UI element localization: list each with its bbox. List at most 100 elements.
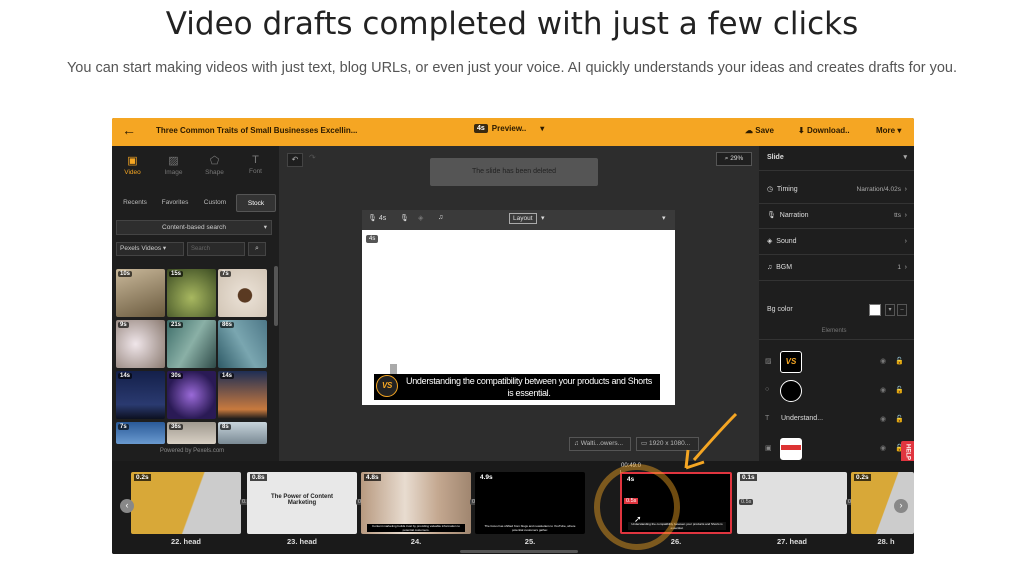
slide-caption[interactable]: VS Understanding the compatibility betwe… (374, 374, 660, 400)
tab-shape[interactable]: ⬠ Shape (194, 146, 235, 184)
timeline-clip[interactable]: 0.8s The Power of Content Marketing (247, 472, 357, 534)
stock-thumb[interactable]: 9s (116, 320, 165, 368)
bg-color-dropdown[interactable]: ▾ (885, 304, 895, 316)
clip-label: 28. h (877, 537, 895, 546)
transition-badge[interactable]: 0.5s (739, 499, 754, 505)
stock-thumb[interactable]: 14s (218, 371, 267, 419)
elements-heading: Elements (821, 328, 847, 334)
brand-logo[interactable]: VS (376, 375, 398, 397)
preview-button[interactable]: 4s Preview.. ▾ (474, 124, 544, 133)
sound-icon[interactable]: ◈ (418, 214, 423, 222)
element-item[interactable]: ▨ VS ◉ 🔓 (765, 351, 907, 373)
lock-icon[interactable]: 🔓 (895, 386, 904, 394)
stock-thumb[interactable]: 21s (167, 320, 216, 368)
tab-image[interactable]: ▨ Image (153, 146, 194, 184)
tab-recents[interactable]: Recents (116, 194, 154, 212)
element-item[interactable]: T Understand... ◉ 🔓 (765, 409, 907, 431)
eye-icon[interactable]: ◉ (880, 386, 886, 394)
more-button[interactable]: More ▾ (876, 126, 901, 135)
bg-color-clear[interactable]: – (897, 304, 907, 316)
thumb-duration: 15s (169, 271, 184, 277)
slide-canvas[interactable]: 4s VS Understanding the compatibility be… (362, 230, 675, 405)
video-icon: ▣ (127, 155, 138, 167)
save-button[interactable]: ☁ Save (745, 126, 774, 135)
cloud-icon: ☁ (745, 126, 753, 135)
timing-row[interactable]: ◷ Timing Narration/4.02s › (767, 183, 907, 197)
thumb-duration: 14s (118, 373, 133, 379)
timeline-clip[interactable]: 4.9s The focus has shifted from blogs and… (475, 472, 585, 534)
timeline-scrollbar[interactable] (460, 550, 578, 553)
download-button[interactable]: ⬇ Download.. (798, 126, 850, 135)
text-icon: T (765, 415, 770, 422)
undo-icon[interactable]: ↶ (287, 153, 303, 167)
bgm-label: BGM (776, 264, 793, 271)
tab-label: Video (124, 169, 141, 176)
search-mode-select[interactable]: Content-based search ▾ (116, 220, 272, 235)
media-scrollbar[interactable] (274, 266, 278, 326)
timeline-clip[interactable]: 0.1s (737, 472, 847, 534)
tab-favorites[interactable]: Favorites (156, 194, 194, 212)
image-icon: ▨ (168, 155, 179, 167)
scroll-left-icon[interactable]: ‹ (120, 499, 134, 513)
bgm-row[interactable]: ♫ BGM 1 › (767, 261, 907, 275)
stock-thumb[interactable]: 15s (167, 269, 216, 317)
layout-chevron-icon[interactable]: ▾ (541, 214, 545, 222)
search-input[interactable]: Search (187, 242, 245, 256)
music-icon: ♫ (574, 440, 579, 447)
sound-icon: ◈ (767, 238, 773, 245)
bg-color-swatch[interactable] (869, 304, 881, 316)
stock-thumb[interactable]: 7s (116, 422, 165, 444)
preview-duration-badge: 4s (474, 124, 488, 133)
narration-row[interactable]: 🎙 Narration tts › (767, 209, 907, 223)
divider (759, 280, 914, 281)
caption-text: Understanding the compatibility between … (406, 376, 652, 398)
stock-thumb[interactable]: 30s (167, 371, 216, 419)
tab-custom[interactable]: Custom (196, 194, 234, 212)
stock-thumb[interactable]: 86s (218, 320, 267, 368)
timeline-clip[interactable]: 0.2s (131, 472, 241, 534)
sound-row[interactable]: ◈ Sound › (767, 235, 907, 249)
eye-icon[interactable]: ◉ (880, 444, 886, 452)
panel-header[interactable]: Slide ▾ (767, 151, 907, 165)
chevron-down-icon: ▾ (540, 124, 545, 133)
save-label: Save (755, 126, 774, 135)
element-item[interactable]: ○ ◉ 🔓 (765, 380, 907, 402)
bg-color-row: Bg color ▾ – (767, 303, 907, 317)
duration-value: 4s (378, 215, 387, 222)
stock-thumb[interactable]: 10s (116, 269, 165, 317)
font-icon: T (252, 154, 259, 166)
lock-icon[interactable]: 🔓 (895, 357, 904, 365)
duration-chip[interactable]: 🎙 4s (368, 214, 386, 222)
tab-video[interactable]: ▣ Video (112, 146, 153, 184)
tab-stock[interactable]: Stock (236, 194, 276, 212)
source-label: Pexels Videos (120, 245, 162, 252)
search-mode-label: Content-based search (162, 224, 226, 231)
stock-thumb[interactable]: 36s (167, 422, 216, 444)
layout-button[interactable]: Layout (509, 213, 537, 224)
tab-font[interactable]: T Font (235, 146, 276, 184)
source-select[interactable]: Pexels Videos ▾ (116, 242, 184, 256)
search-icon[interactable]: ⌕ (248, 242, 266, 256)
narration-icon[interactable]: 🎙 (400, 214, 409, 222)
top-bar: ← Three Common Traits of Small Businesse… (112, 118, 914, 146)
element-item[interactable]: ▣ ◉ 🔓 (765, 438, 907, 460)
scroll-right-icon[interactable]: › (894, 499, 908, 513)
narration-value: tts (894, 212, 901, 219)
stock-thumb[interactable]: 14s (116, 371, 165, 419)
audio-track-chip[interactable]: ♫ Walti...owers... (569, 437, 631, 451)
timeline: 00:49.0 0.2s 22. head 0.5s 0.8sThe Power… (112, 461, 914, 554)
zoom-control[interactable]: ⌕ 29% (716, 152, 752, 166)
eye-icon[interactable]: ◉ (880, 357, 886, 365)
arrow-left-icon[interactable]: ← (122, 122, 136, 138)
resize-handle[interactable] (390, 364, 397, 374)
project-title[interactable]: Three Common Traits of Small Businesses … (156, 126, 357, 135)
stock-thumb[interactable]: 7s (218, 269, 267, 317)
redo-icon[interactable]: ↷ (309, 153, 316, 162)
lock-icon[interactable]: 🔓 (895, 415, 904, 423)
divider (759, 170, 914, 171)
stock-thumb[interactable]: 8s (218, 422, 267, 444)
timeline-clip[interactable]: 4.8s Content marketing builds trust by pr… (361, 472, 471, 534)
music-icon[interactable]: ♫ (438, 214, 443, 221)
chevron-down-icon[interactable]: ▾ (662, 214, 666, 222)
eye-icon[interactable]: ◉ (880, 415, 886, 423)
